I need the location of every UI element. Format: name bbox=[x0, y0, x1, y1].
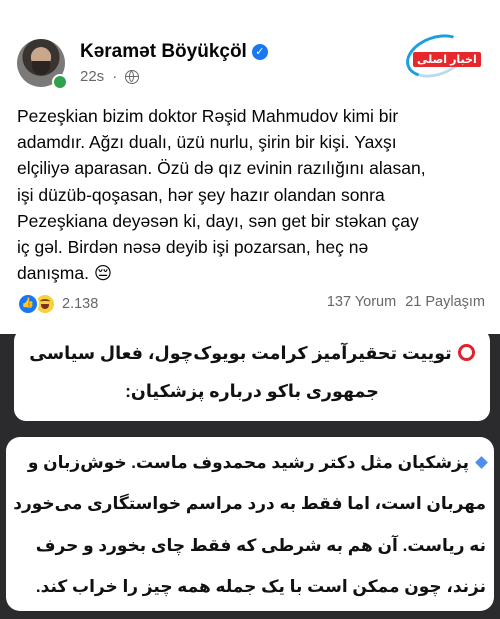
facebook-post-card: Kəramət Böyükçöl ✓ 22s · اخبار اصلی Peze… bbox=[0, 0, 500, 334]
channel-logo: اخبار اصلی bbox=[400, 26, 481, 86]
caption-body-line: مهربان است، اما فقط به درد مراسم خواستگا… bbox=[13, 494, 486, 513]
author-name[interactable]: Kəramət Böyükçöl bbox=[80, 41, 247, 63]
channel-logo-text: اخبار اصلی bbox=[413, 52, 481, 67]
caption-body-text: پزشکیان مثل دکتر رشید محمدوف ماست. خوش‌ز… bbox=[27, 453, 469, 472]
reactions-summary[interactable]: 👍 2.138 bbox=[17, 293, 98, 315]
caption-title-text: توییت تحقیرآمیز کرامت بویوک‌چول، فعال سی… bbox=[29, 343, 452, 363]
reaction-count: 2.138 bbox=[62, 296, 99, 312]
caption-body-line: نزند، چون ممکن است با یک جمله همه چیز را… bbox=[35, 577, 486, 596]
avatar-beard bbox=[32, 61, 50, 75]
engagement-counts: 137 Yorum 21 Paylaşım bbox=[327, 294, 485, 310]
caption-body-line: پزشکیان مثل دکتر رشید محمدوف ماست. خوش‌ز… bbox=[27, 453, 488, 473]
post-time[interactable]: 22s bbox=[80, 68, 104, 85]
post-text: Pezeşkian bizim doktor Rəşid Mahmudov ki… bbox=[17, 103, 487, 286]
post-text-line: danışma. 😔 bbox=[17, 263, 113, 284]
post-text-line: elçiliyə aparasan. Özü də qız evinin raz… bbox=[17, 158, 426, 179]
post-text-line: adamdır. Ağzı dualı, üzü nurlu, şirin bi… bbox=[17, 132, 397, 153]
red-circle-icon bbox=[457, 344, 475, 361]
globe-icon bbox=[125, 69, 140, 84]
verified-icon: ✓ bbox=[251, 44, 268, 60]
blue-diamond-icon bbox=[475, 456, 488, 469]
post-text-line: işi düzüb-qoşasan, hər şey hazır olandan… bbox=[17, 184, 385, 205]
like-reaction-icon: 👍 bbox=[17, 293, 39, 315]
author-name-row: Kəramət Böyükçöl ✓ bbox=[80, 41, 268, 63]
caption-title-box: توییت تحقیرآمیز کرامت بویوک‌چول، فعال سی… bbox=[14, 329, 490, 421]
shares-count[interactable]: 21 Paylaşım bbox=[405, 294, 485, 310]
online-status-dot bbox=[52, 74, 68, 90]
caption-title-line: توییت تحقیرآمیز کرامت بویوک‌چول، فعال سی… bbox=[14, 343, 490, 364]
post-text-line: Pezeşkian bizim doktor Rəşid Mahmudov ki… bbox=[17, 106, 399, 126]
post-meta: 22s · bbox=[80, 68, 140, 85]
post-text-line: Pezeşkiana deyəsən ki, dayı, sən get bir… bbox=[17, 210, 419, 231]
comments-count[interactable]: 137 Yorum bbox=[327, 294, 396, 310]
post-text-line: iç gəl. Birdən nəsə deyib işi pozarsan, … bbox=[17, 237, 369, 258]
caption-body-line: نه ریاست. آن هم به شرطی که فقط چای بخورد… bbox=[35, 536, 486, 555]
caption-body-box: پزشکیان مثل دکتر رشید محمدوف ماست. خوش‌ز… bbox=[6, 437, 494, 611]
caption-title-line: جمهوری باکو درباره پزشکیان: bbox=[125, 381, 379, 401]
